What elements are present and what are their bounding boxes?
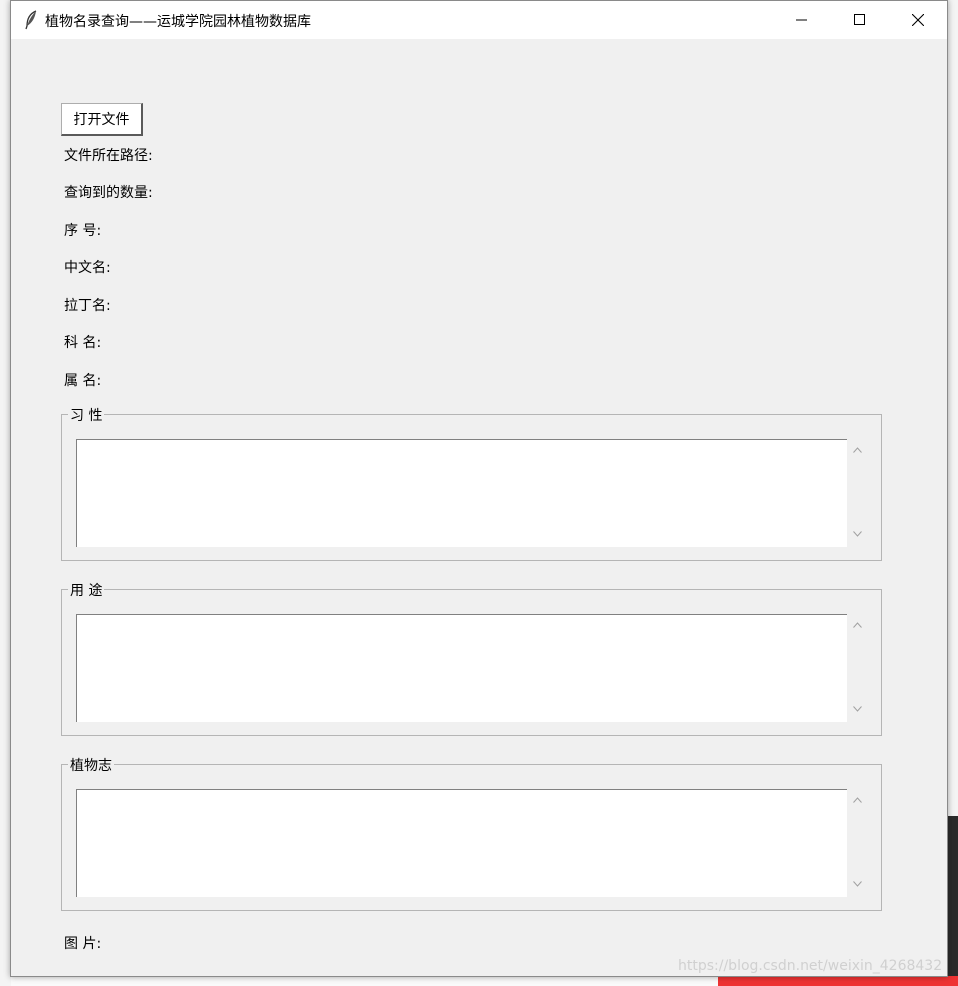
latin-name-label: 拉丁名: xyxy=(64,298,111,314)
habit-scrollbar[interactable] xyxy=(847,439,867,547)
flora-scrollbar[interactable] xyxy=(847,789,867,897)
usage-section: 用 途 xyxy=(61,580,882,736)
query-count-label: 查询到的数量: xyxy=(64,185,153,201)
usage-section-title: 用 途 xyxy=(68,580,105,600)
app-window: 植物名录查询——运城学院园林植物数据库 打开文件 文件所在路径: 查询到的数量:… xyxy=(10,0,948,977)
usage-scrollbar[interactable] xyxy=(847,614,867,722)
watermark: https://blog.csdn.net/weixin_4268432 xyxy=(678,958,943,974)
window-title: 植物名录查询——运城学院园林植物数据库 xyxy=(45,14,311,30)
scroll-down-icon[interactable] xyxy=(853,881,862,887)
image-label: 图 片: xyxy=(64,936,102,952)
family-name-label: 科 名: xyxy=(64,335,102,351)
flora-section: 植物志 xyxy=(61,755,882,911)
maximize-icon xyxy=(854,14,865,25)
scroll-up-icon[interactable] xyxy=(853,797,862,803)
feather-icon xyxy=(24,10,38,30)
file-path-label: 文件所在路径: xyxy=(64,148,153,164)
scroll-down-icon[interactable] xyxy=(853,531,862,537)
serial-number-label: 序 号: xyxy=(64,223,102,239)
flora-textarea[interactable] xyxy=(76,789,847,897)
chinese-name-label: 中文名: xyxy=(64,260,111,276)
usage-textarea[interactable] xyxy=(76,614,847,722)
habit-section: 习 性 xyxy=(61,405,882,561)
flora-section-title: 植物志 xyxy=(68,755,114,775)
habit-section-title: 习 性 xyxy=(68,405,105,425)
close-button[interactable] xyxy=(889,1,947,39)
scroll-down-icon[interactable] xyxy=(853,706,862,712)
close-icon xyxy=(912,14,924,26)
background-red-banner xyxy=(718,976,958,986)
genus-name-label: 属 名: xyxy=(64,373,102,389)
title-bar: 植物名录查询——运城学院园林植物数据库 xyxy=(11,1,947,39)
minimize-button[interactable] xyxy=(773,1,831,39)
habit-textarea[interactable] xyxy=(76,439,847,547)
open-file-button[interactable]: 打开文件 xyxy=(61,103,143,136)
scroll-up-icon[interactable] xyxy=(853,447,862,453)
scroll-up-icon[interactable] xyxy=(853,622,862,628)
maximize-button[interactable] xyxy=(831,1,889,39)
minimize-icon xyxy=(796,19,807,21)
